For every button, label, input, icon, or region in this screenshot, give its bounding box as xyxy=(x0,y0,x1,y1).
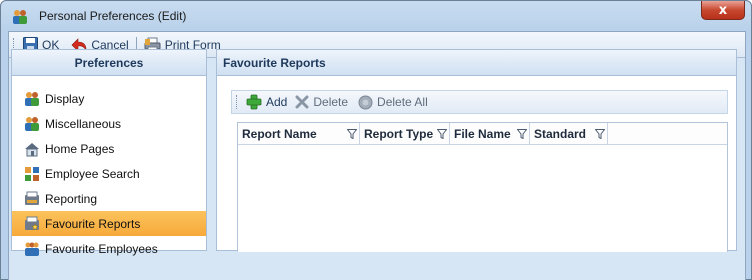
pref-item-label: Display xyxy=(45,91,85,106)
add-icon xyxy=(246,94,262,110)
favourite-report-icon xyxy=(25,216,39,231)
pref-item-label: Favourite Employees xyxy=(45,241,158,256)
pref-item-label: Home Pages xyxy=(45,141,115,156)
preferences-list: Display Miscellaneous Home Pages Employe… xyxy=(12,76,206,261)
delete-all-button[interactable]: Delete All xyxy=(355,91,431,113)
filter-icon[interactable] xyxy=(517,128,527,139)
title-bar[interactable]: Personal Preferences (Edit) x xyxy=(1,1,751,31)
favourite-employees-icon xyxy=(25,242,39,256)
column-file-name[interactable]: File Name xyxy=(450,123,530,144)
pref-item-label: Reporting xyxy=(45,191,98,206)
column-standard[interactable]: Standard xyxy=(530,123,608,144)
delete-x-icon xyxy=(295,95,309,109)
column-label: Report Type xyxy=(364,126,434,141)
pref-item-label: Favourite Reports xyxy=(45,216,141,231)
delete-report-button[interactable]: Delete xyxy=(292,91,351,113)
favourite-reports-grid: Report Name Report Type File Name Standa… xyxy=(237,122,728,252)
filter-icon[interactable] xyxy=(595,128,605,139)
preferences-window: Personal Preferences (Edit) x OK Cancel xyxy=(0,0,752,280)
column-label: File Name xyxy=(454,126,511,141)
app-users-icon xyxy=(13,10,27,24)
users-icon xyxy=(25,116,39,131)
close-button[interactable]: x xyxy=(701,1,745,20)
window-title: Personal Preferences (Edit) xyxy=(39,9,187,23)
column-report-name[interactable]: Report Name xyxy=(238,123,360,144)
pref-item-miscellaneous[interactable]: Miscellaneous xyxy=(12,111,206,136)
employee-search-icon xyxy=(25,166,39,181)
pref-item-display[interactable]: Display xyxy=(12,86,206,111)
delete-all-label: Delete All xyxy=(377,95,428,109)
toolbar-grip[interactable] xyxy=(236,95,239,109)
column-label: Report Name xyxy=(242,126,317,141)
pref-item-label: Miscellaneous xyxy=(45,116,122,131)
favourite-reports-header: Favourite Reports xyxy=(217,50,736,76)
pref-item-reporting[interactable]: Reporting xyxy=(12,186,206,211)
column-report-type[interactable]: Report Type xyxy=(360,123,450,144)
pref-item-home-pages[interactable]: Home Pages xyxy=(12,136,206,161)
add-label: Add xyxy=(266,95,288,109)
pref-item-employee-search[interactable]: Employee Search xyxy=(12,161,206,186)
favourite-reports-panel: Favourite Reports Add Delete Delete All … xyxy=(216,49,737,252)
pref-item-label: Employee Search xyxy=(45,166,140,181)
filter-icon[interactable] xyxy=(347,128,357,139)
reports-toolbar: Add Delete Delete All xyxy=(231,90,728,114)
preferences-panel: Preferences Display Miscellaneous Home P… xyxy=(11,49,207,256)
pref-item-favourite-employees[interactable]: Favourite Employees xyxy=(12,236,206,261)
preferences-header: Preferences xyxy=(12,50,206,76)
report-icon xyxy=(25,191,39,205)
column-label: Standard xyxy=(534,126,587,141)
delete-all-icon xyxy=(358,95,373,109)
grid-header-row: Report Name Report Type File Name Standa… xyxy=(238,123,727,145)
delete-label: Delete xyxy=(313,95,349,109)
users-icon xyxy=(25,91,39,106)
add-report-button[interactable]: Add xyxy=(243,91,290,113)
filter-icon[interactable] xyxy=(437,128,447,139)
home-icon xyxy=(25,142,39,156)
grid-body[interactable] xyxy=(238,145,727,253)
close-icon: x xyxy=(718,2,728,18)
pref-item-favourite-reports[interactable]: Favourite Reports xyxy=(12,211,206,236)
